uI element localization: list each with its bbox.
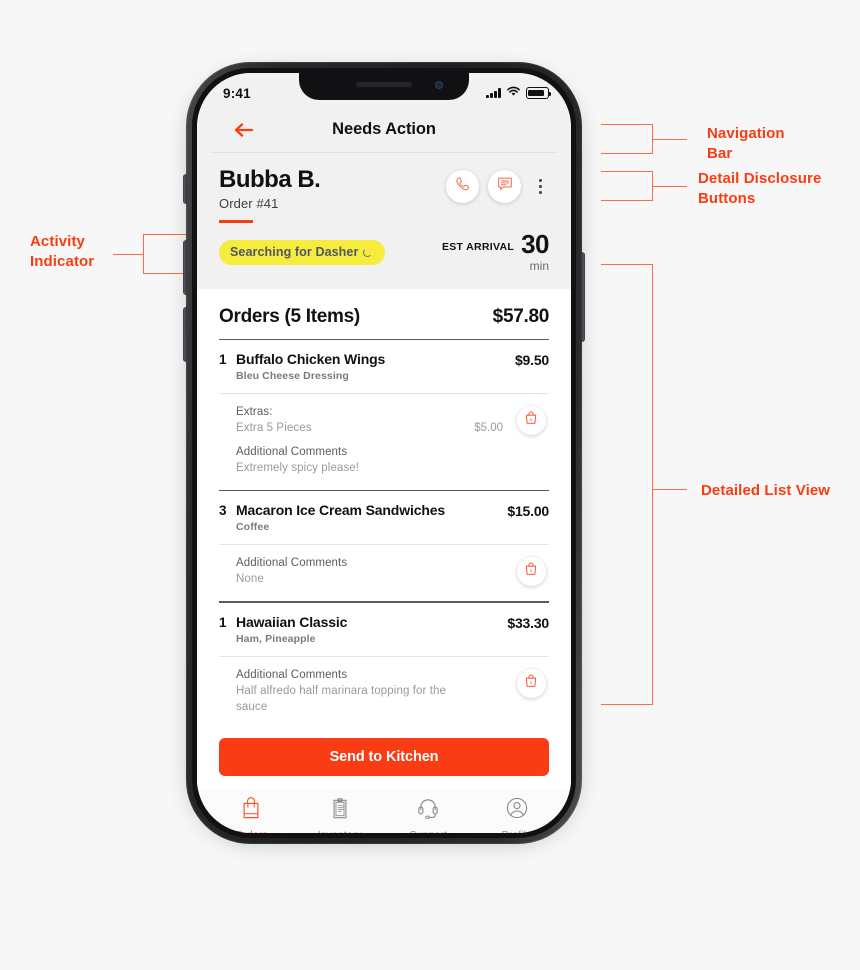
comments-value: Extremely spicy please!: [236, 462, 360, 475]
send-to-kitchen-button[interactable]: Send to Kitchen: [219, 738, 549, 777]
annotation-line-2: Indicator: [30, 253, 95, 271]
annotation-bracket-navigation-bar: [601, 124, 653, 154]
clipboard-icon: [329, 796, 351, 825]
orders-title: Orders (5 Items): [219, 305, 360, 327]
annotation-detail-disclosure-buttons: Detail Disclosure Buttons: [698, 169, 821, 210]
more-options-button[interactable]: [530, 175, 549, 198]
wifi-icon: [506, 84, 521, 102]
remove-item-button[interactable]: x: [516, 406, 546, 436]
item-name: Macaron Ice Cream Sandwiches: [236, 502, 445, 519]
tab-support[interactable]: Support: [384, 796, 473, 833]
call-button[interactable]: [446, 170, 479, 203]
status-bar-time: 9:41: [223, 85, 251, 101]
annotation-line-1: Detailed List View: [701, 482, 831, 499]
shopping-bag-icon: [240, 796, 262, 825]
page-title: Needs Action: [332, 120, 436, 138]
tab-inventory[interactable]: Inventory: [296, 796, 385, 833]
detail-disclosure-buttons: [446, 167, 549, 203]
annotation-bracket-detailed-list-view: [601, 264, 653, 705]
extras-value: Extra 5 Pieces: [236, 422, 312, 435]
annotation-activity-indicator: Activity Indicator: [30, 232, 94, 273]
earpiece-speaker: [356, 82, 412, 87]
eta-block: EST ARRIVAL 30 min: [441, 229, 550, 273]
detailed-list-view: Orders (5 Items) $57.80 1 Buffalo Chicke…: [197, 288, 571, 791]
order-number: Order #41: [219, 196, 279, 212]
mute-switch-button[interactable]: [183, 174, 187, 204]
orders-header: Orders (5 Items) $57.80: [197, 289, 571, 339]
annotation-detailed-list-view: Detailed List View: [701, 481, 830, 501]
item-description: Ham, Pineapple: [236, 632, 316, 645]
orders-total: $57.80: [492, 305, 550, 327]
item-price: $33.30: [507, 614, 549, 631]
phone-mockup: 9:41 Needs Action Bubba B. Order #41 Sea…: [183, 62, 585, 844]
svg-text:x: x: [530, 569, 533, 574]
annotation-leader-activity-indicator: [113, 254, 144, 255]
svg-text:x: x: [530, 418, 533, 423]
item-description: Coffee: [236, 521, 270, 534]
item-price: $15.00: [507, 503, 549, 520]
comments-label: Additional Comments: [236, 557, 348, 570]
tab-bar: Orders Inventory: [197, 790, 571, 833]
remove-item-button[interactable]: x: [516, 668, 546, 698]
order-item-row[interactable]: 1 Buffalo Chicken Wings Bleu Cheese Dres…: [197, 340, 571, 489]
activity-indicator-label: Searching for Dasher: [230, 245, 359, 260]
volume-down-button[interactable]: [183, 307, 187, 362]
annotation-leader-detailed-list-view: [652, 489, 687, 490]
extras-label: Extras:: [236, 406, 273, 419]
item-name: Hawaiian Classic: [236, 613, 348, 630]
item-quantity: 1: [219, 352, 227, 368]
annotation-line-1: Activity: [30, 233, 85, 250]
comments-label: Additional Comments: [236, 668, 348, 681]
customer-header: Bubba B. Order #41 Searching for Dasher …: [197, 153, 571, 289]
headset-icon: [416, 796, 440, 825]
comments-value: Half alfredo half marinara topping for t…: [236, 684, 447, 714]
remove-item-button[interactable]: x: [516, 557, 546, 587]
user-circle-icon: [505, 796, 529, 825]
cellular-bars-icon: [486, 88, 501, 98]
comments-label: Additional Comments: [236, 446, 348, 459]
message-button[interactable]: [488, 170, 521, 203]
order-item-row[interactable]: 1 Hawaiian Classic Ham, Pineapple $33.30…: [197, 603, 571, 729]
activity-indicator-badge: Searching for Dasher: [219, 240, 386, 266]
power-button[interactable]: [581, 252, 585, 342]
bag-remove-icon: x: [523, 410, 539, 431]
bag-remove-icon: x: [523, 673, 539, 694]
item-quantity: 3: [219, 503, 227, 519]
item-name: Buffalo Chicken Wings: [236, 351, 386, 368]
annotation-leader-navigation-bar: [652, 139, 687, 140]
annotation-line-1: Navigation: [707, 125, 785, 142]
battery-icon: [526, 87, 552, 99]
annotation-line-2: Bar: [707, 145, 733, 163]
phone-screen: 9:41 Needs Action Bubba B. Order #41 Sea…: [197, 73, 571, 833]
volume-up-button[interactable]: [183, 240, 187, 295]
eta-label: EST ARRIVAL: [441, 241, 515, 254]
eta-unit: min: [529, 258, 549, 273]
tab-support-label: Support: [410, 829, 447, 833]
item-description: Bleu Cheese Dressing: [236, 370, 349, 383]
item-quantity: 1: [219, 614, 227, 630]
bag-remove-icon: x: [523, 561, 539, 582]
eta-value: 30: [521, 229, 549, 260]
order-item-row[interactable]: 3 Macaron Ice Cream Sandwiches Coffee $1…: [197, 491, 571, 601]
spinner-icon: [363, 247, 373, 257]
tab-inventory-label: Inventory: [318, 829, 362, 833]
annotation-navigation-bar: Navigation Bar: [707, 124, 785, 165]
annotation-line-2: Buttons: [698, 190, 756, 208]
front-camera: [435, 81, 443, 89]
extras-price: $5.00: [474, 422, 503, 435]
annotation-bracket-detail-disclosure-buttons: [601, 171, 653, 201]
item-price: $9.50: [514, 352, 549, 369]
customer-name: Bubba B.: [219, 166, 321, 193]
annotation-line-1: Detail Disclosure: [698, 170, 822, 187]
phone-icon: [454, 176, 471, 198]
comments-value: None: [236, 573, 264, 586]
annotation-leader-detail-disclosure-buttons: [652, 186, 687, 187]
message-icon: [496, 175, 514, 198]
navigation-bar: Needs Action: [211, 107, 557, 153]
cta-area: Send to Kitchen: [197, 729, 571, 791]
svg-text:x: x: [530, 681, 533, 686]
phone-notch: [299, 73, 469, 100]
